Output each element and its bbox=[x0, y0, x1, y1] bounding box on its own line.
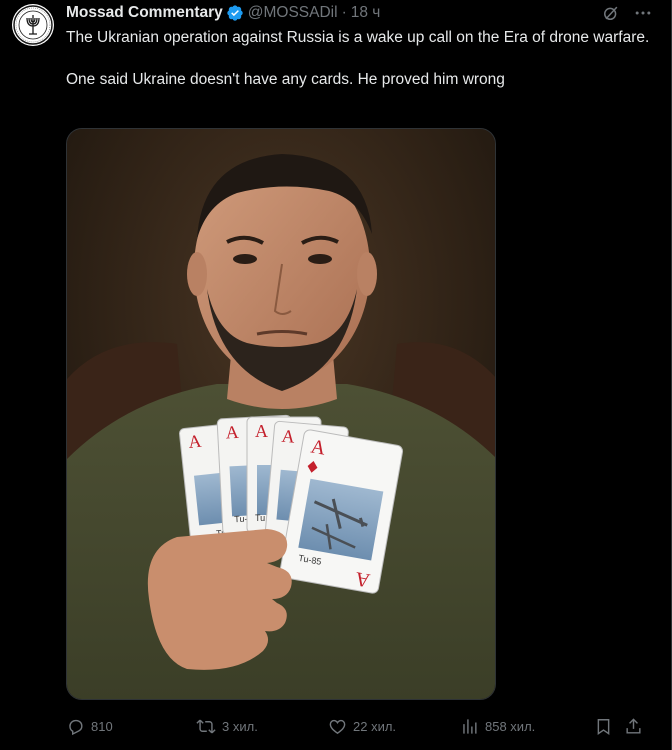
tweet-text-line-1: The Ukranian operation against Russia is… bbox=[66, 29, 650, 46]
reply-button[interactable]: 810 bbox=[66, 717, 113, 736]
reply-count: 810 bbox=[91, 718, 113, 734]
card-caption-3: Tu bbox=[255, 513, 265, 523]
avatar[interactable] bbox=[12, 4, 54, 46]
card-rank: A bbox=[281, 426, 296, 447]
tweet-actions: 810 3 хил. 22 хил. 858 хил. bbox=[66, 714, 650, 738]
header-actions bbox=[601, 3, 653, 23]
tweet-header: Mossad Commentary @MOSSADil · 18 ч bbox=[66, 2, 653, 24]
author-name[interactable]: Mossad Commentary bbox=[66, 4, 223, 22]
bookmark-button[interactable] bbox=[594, 717, 613, 736]
share-button[interactable] bbox=[624, 717, 643, 736]
grok-icon[interactable] bbox=[601, 3, 621, 23]
mossad-emblem-icon bbox=[13, 5, 53, 45]
views-count: 858 хил. bbox=[485, 718, 536, 734]
card-caption-2: Tu- bbox=[234, 514, 248, 525]
like-count: 22 хил. bbox=[353, 718, 397, 734]
repost-icon bbox=[196, 719, 216, 733]
tweet-card[interactable]: Mossad Commentary @MOSSADil · 18 ч The U… bbox=[0, 0, 672, 750]
views-chart-icon bbox=[463, 718, 477, 734]
more-dots-icon[interactable] bbox=[633, 3, 653, 23]
card-rank: A bbox=[187, 431, 202, 452]
repost-count: 3 хил. bbox=[222, 718, 258, 734]
like-button[interactable]: 22 хил. bbox=[328, 717, 396, 736]
tweet-text-line-2: One said Ukraine doesn't have any cards.… bbox=[66, 71, 505, 88]
repost-button[interactable]: 3 хил. bbox=[196, 717, 258, 736]
share-icon bbox=[626, 717, 641, 734]
author-handle[interactable]: @MOSSADil bbox=[248, 4, 338, 22]
photo-man-holding-cards: A Tu-1 A Tu- A Tu A bbox=[67, 129, 495, 699]
verified-badge-icon[interactable] bbox=[226, 4, 244, 22]
views-button[interactable]: 858 хил. bbox=[460, 717, 535, 736]
separator-dot: · bbox=[341, 4, 347, 21]
heart-icon bbox=[329, 719, 346, 734]
timestamp[interactable]: 18 ч bbox=[351, 4, 381, 22]
reply-icon bbox=[69, 719, 83, 735]
card-rank: A bbox=[225, 422, 239, 443]
card-rank: A bbox=[255, 421, 268, 441]
tweet-text: The Ukranian operation against Russia is… bbox=[66, 27, 656, 111]
bookmark-icon bbox=[597, 718, 610, 735]
tweet-media-image[interactable]: A Tu-1 A Tu- A Tu A bbox=[66, 128, 496, 700]
